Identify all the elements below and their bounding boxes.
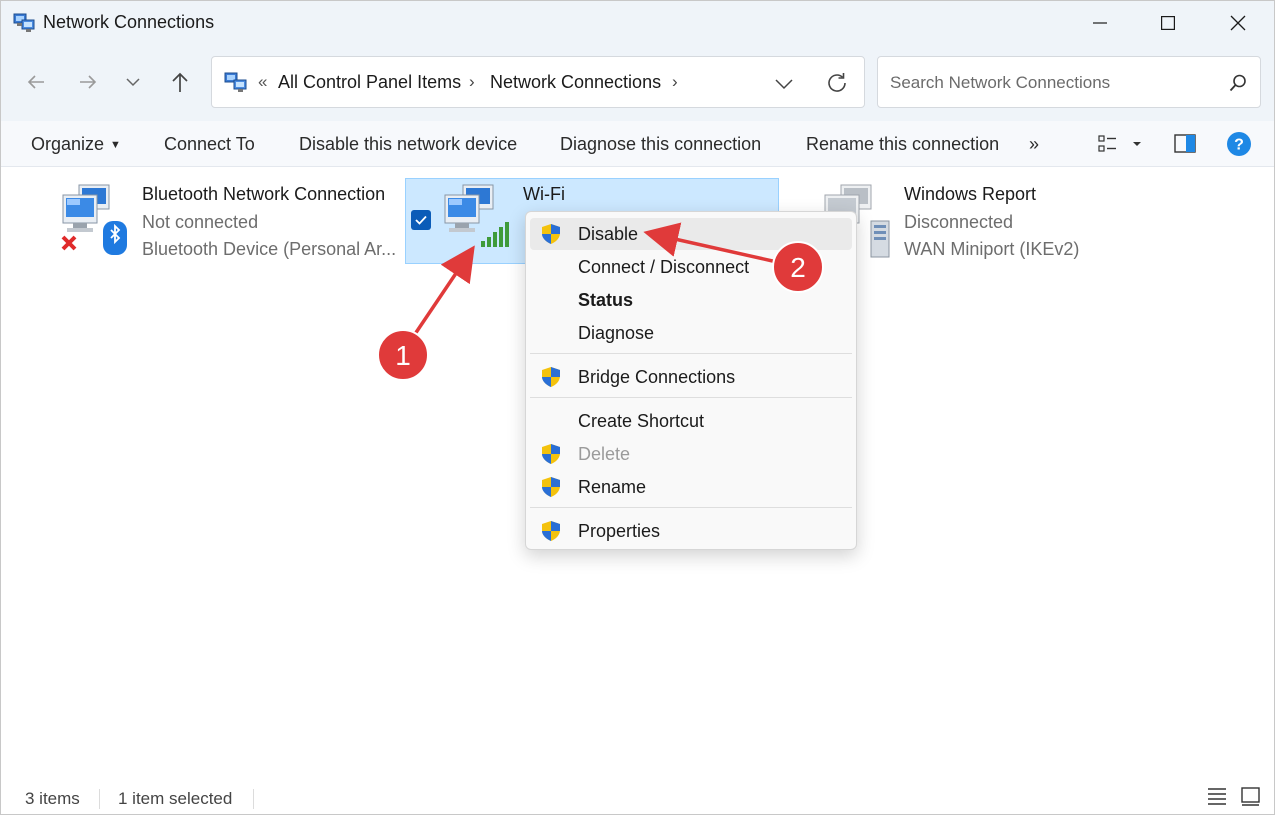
view-list-icon: [1098, 135, 1141, 152]
breadcrumb-separator[interactable]: ›: [672, 72, 678, 92]
details-view-icon: [1208, 788, 1226, 805]
status-bar: 3 items 1 item selected: [1, 777, 1274, 814]
close-icon: [1230, 15, 1246, 31]
breadcrumb-overflow[interactable]: «: [258, 72, 267, 92]
menu-item-diagnose[interactable]: Diagnose: [530, 317, 852, 349]
network-folder-icon: [13, 11, 35, 33]
details-view-button[interactable]: [1205, 785, 1229, 807]
organize-label: Organize: [31, 134, 105, 154]
menu-item-label: Delete: [578, 444, 631, 464]
arrow-left-icon: [27, 75, 44, 89]
uac-shield-icon: [540, 366, 562, 388]
menu-item-label: Connect / Disconnect: [578, 257, 750, 277]
network-adapter-icon: [57, 181, 131, 257]
connection-status: Not connected: [142, 212, 259, 232]
connection-item-windows-report[interactable]: Windows Report Disconnected WAN Miniport…: [819, 181, 1119, 263]
connection-name: Bluetooth Network Connection: [142, 184, 386, 204]
close-button[interactable]: [1204, 1, 1272, 45]
chevron-down-icon: [775, 79, 793, 90]
connection-device: WAN Miniport (IKEv2): [904, 239, 1080, 259]
dropdown-arrow-icon: ▼: [110, 139, 121, 151]
back-button[interactable]: [21, 67, 51, 97]
search-icon: [1228, 73, 1248, 93]
help-button[interactable]: ?: [1226, 131, 1252, 157]
large-icons-view-icon: [1241, 787, 1260, 806]
title-bar: Network Connections: [1, 1, 1274, 45]
menu-item-label: Rename: [578, 477, 647, 497]
connect-to-button[interactable]: Connect To: [164, 134, 255, 155]
arrow-up-icon: [172, 72, 188, 92]
command-bar: Organize ▼ Connect To Disable this networ…: [1, 121, 1274, 167]
diagnose-connection-button[interactable]: Diagnose this connection: [560, 134, 761, 155]
menu-item-connect-disconnect[interactable]: Connect / Disconnect: [530, 251, 852, 283]
menu-item-create-shortcut[interactable]: Create Shortcut: [530, 405, 852, 437]
connection-name: Windows Report: [904, 184, 1037, 204]
preview-pane-button[interactable]: [1173, 131, 1199, 157]
uac-shield-icon: [540, 476, 562, 498]
minimize-button[interactable]: [1066, 1, 1134, 45]
address-bar[interactable]: « All Control Panel Items › Network Conn…: [211, 56, 865, 108]
menu-item-label: Diagnose: [578, 323, 655, 343]
menu-item-label: Disable: [578, 224, 639, 244]
address-history-button[interactable]: [772, 71, 796, 95]
uac-shield-icon: [540, 223, 562, 245]
help-icon: ?: [1227, 132, 1251, 156]
menu-item-label: Properties: [578, 521, 661, 541]
navigation-bar: « All Control Panel Items › Network Conn…: [1, 53, 1274, 111]
connection-device: Bluetooth Device (Personal Ar...: [142, 239, 397, 259]
network-folder-icon: [224, 71, 248, 93]
svg-text:?: ?: [1234, 137, 1244, 154]
connection-item-bluetooth[interactable]: Bluetooth Network Connection Not connect…: [57, 181, 397, 263]
maximize-icon: [1161, 16, 1175, 30]
arrow-right-icon: [80, 75, 97, 89]
menu-item-status[interactable]: Status: [530, 284, 852, 316]
view-options-button[interactable]: [1096, 131, 1141, 157]
organize-menu[interactable]: Organize ▼: [31, 134, 121, 155]
status-divider: [253, 789, 254, 809]
forward-button[interactable]: [73, 67, 103, 97]
preview-pane-icon: [1174, 134, 1196, 153]
connection-status: Disconnected: [904, 212, 1014, 232]
refresh-icon: [828, 73, 846, 92]
uac-shield-icon: [540, 520, 562, 542]
up-button[interactable]: [165, 67, 195, 97]
more-commands-button[interactable]: »: [1029, 134, 1039, 155]
minimize-icon: [1093, 22, 1107, 24]
refresh-button[interactable]: [824, 70, 850, 96]
rename-connection-button[interactable]: Rename this connection: [806, 134, 999, 155]
menu-separator: [530, 353, 852, 354]
menu-item-label: Status: [578, 290, 634, 310]
window-title: Network Connections: [43, 12, 215, 32]
search-box[interactable]: Search Network Connections: [877, 56, 1261, 108]
recent-locations-button[interactable]: [118, 67, 148, 97]
menu-item-label: Bridge Connections: [578, 367, 736, 387]
menu-item-bridge-connections[interactable]: Bridge Connections: [530, 361, 852, 393]
menu-item-disable[interactable]: Disable: [530, 218, 852, 250]
search-input[interactable]: Search Network Connections: [890, 73, 1110, 93]
checkmark-icon: [415, 215, 427, 225]
breadcrumb-all-control-panel-items[interactable]: All Control Panel Items: [278, 72, 461, 93]
breadcrumb-separator[interactable]: ›: [469, 72, 475, 92]
disable-device-button[interactable]: Disable this network device: [299, 134, 517, 155]
item-count: 3 items: [25, 789, 80, 808]
chevron-down-icon: [126, 78, 140, 87]
menu-item-label: Create Shortcut: [578, 411, 705, 431]
menu-separator: [530, 397, 852, 398]
connection-name: Wi-Fi: [523, 184, 565, 204]
status-divider: [99, 789, 100, 809]
maximize-button[interactable]: [1134, 1, 1202, 45]
selected-count: 1 item selected: [118, 789, 233, 808]
menu-item-properties[interactable]: Properties: [530, 515, 852, 547]
menu-item-rename[interactable]: Rename: [530, 471, 852, 503]
large-icons-view-button[interactable]: [1239, 785, 1263, 807]
wifi-adapter-icon: [439, 181, 515, 257]
menu-item-delete[interactable]: Delete: [530, 438, 852, 470]
uac-shield-icon: [540, 443, 562, 465]
context-menu: Disable Connect / Disconnect Status Diag…: [525, 211, 857, 550]
selection-checkbox[interactable]: [411, 210, 431, 230]
breadcrumb-network-connections[interactable]: Network Connections: [490, 72, 661, 93]
menu-separator: [530, 507, 852, 508]
network-connections-window: Network Connections « All Control Panel …: [0, 0, 1275, 815]
